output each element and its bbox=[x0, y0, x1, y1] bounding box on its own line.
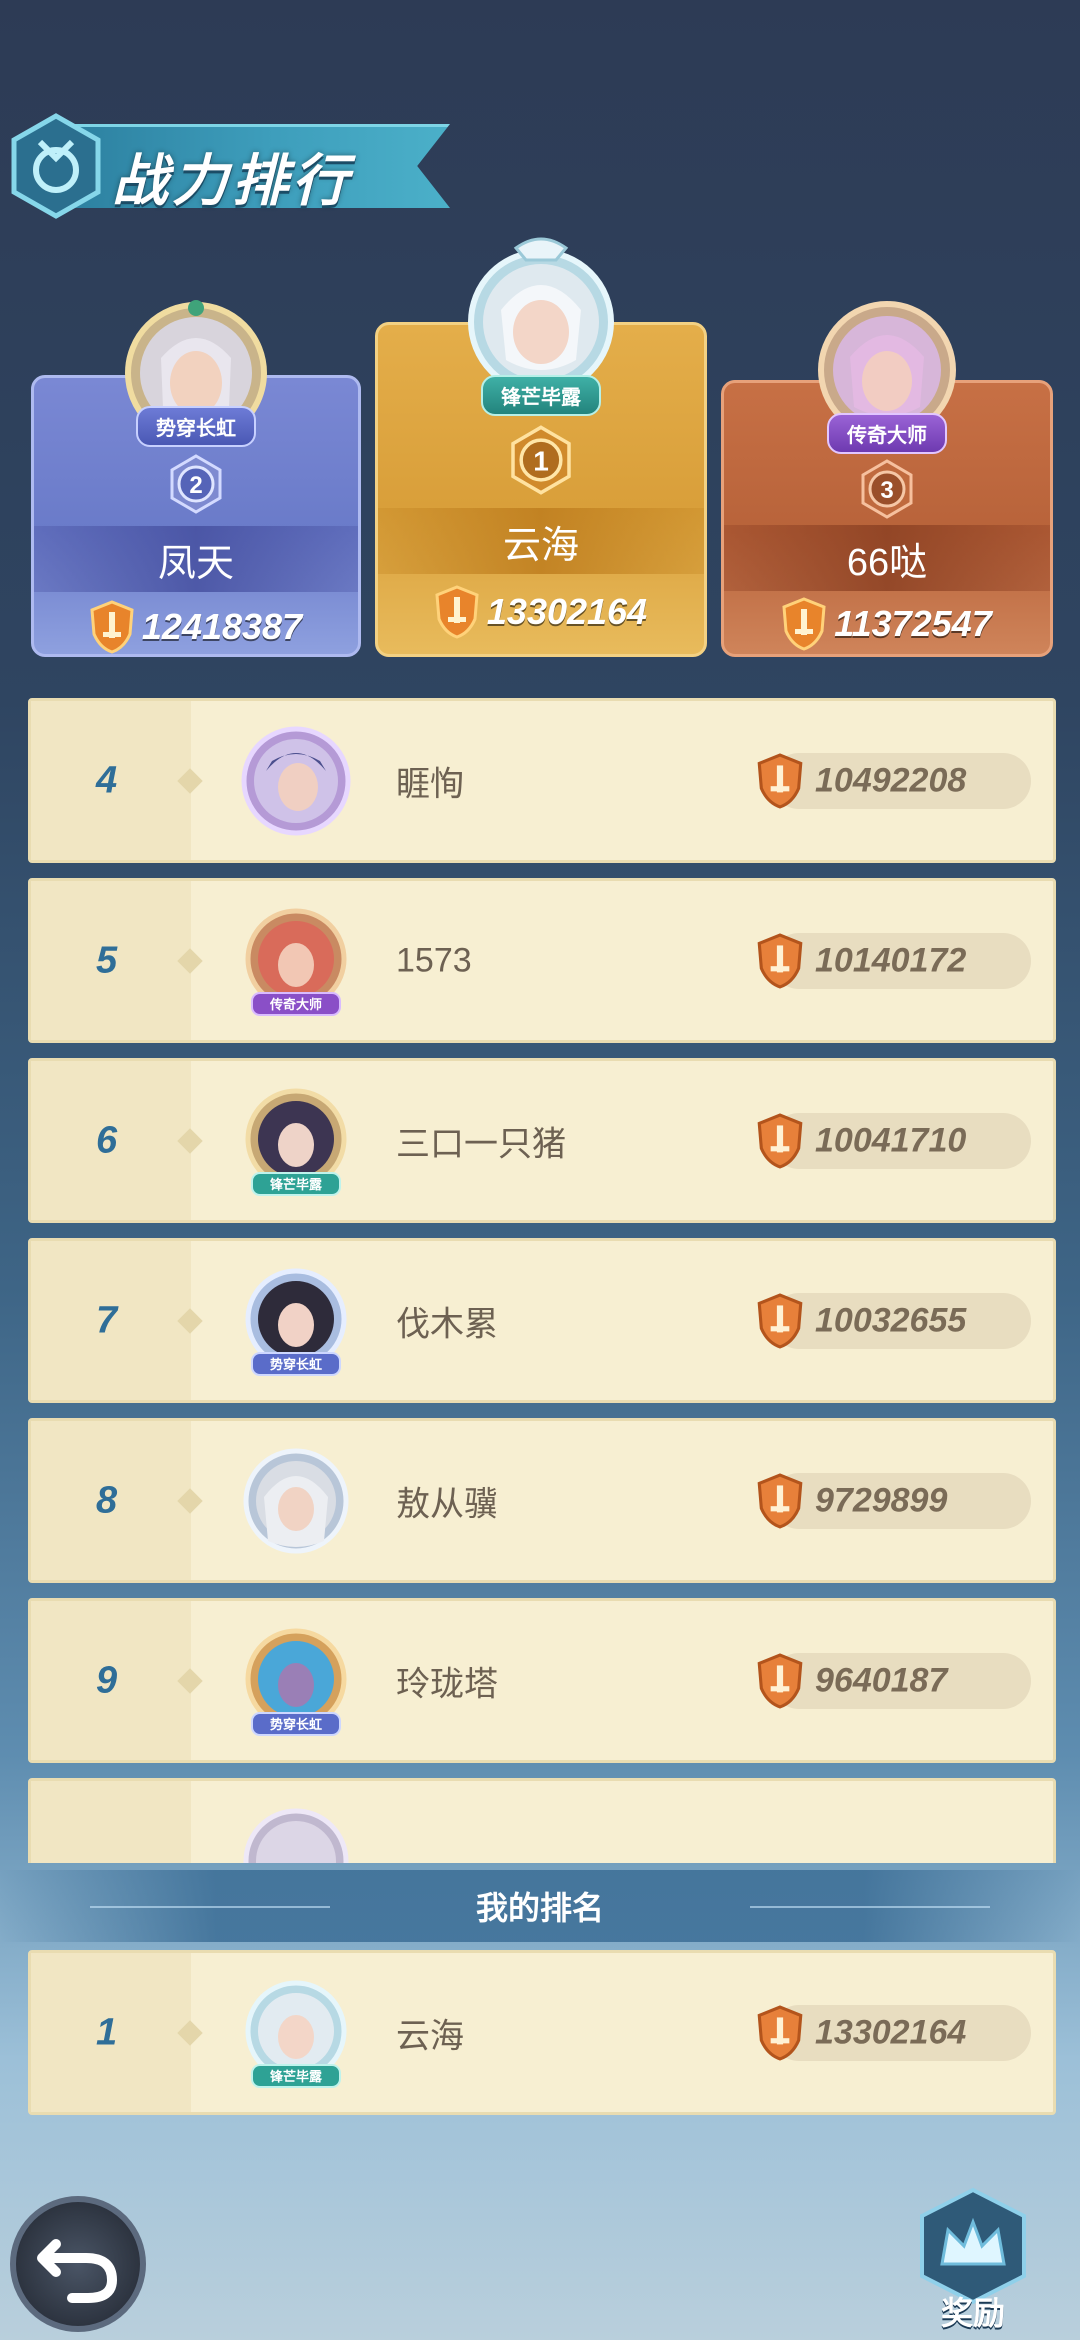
rank-number: 9 bbox=[96, 1659, 118, 1701]
reward-button[interactable]: 奖励 bbox=[912, 2186, 1034, 2340]
power-pill: 10041710 bbox=[757, 1112, 1031, 1169]
power-value: 10140172 bbox=[815, 941, 967, 979]
list-item[interactable]: 7 势穿长虹 伐木累 10032655 bbox=[28, 1238, 1056, 1403]
podium-rank-3[interactable]: 传奇大师 3 66哒 11372547 bbox=[721, 301, 1053, 659]
power-pill: 10492208 bbox=[757, 752, 1031, 809]
power-value: 9640187 bbox=[815, 1661, 948, 1699]
power-pill: 13302164 bbox=[757, 2004, 1031, 2061]
list-item[interactable]: 5 传奇大师 1573 10140172 bbox=[28, 878, 1056, 1043]
player-name: 云海 bbox=[378, 508, 704, 574]
avatar: 传奇大师 bbox=[245, 908, 347, 1016]
title-badge: 势穿长虹 bbox=[270, 1717, 322, 1733]
power-value: 10032655 bbox=[815, 1301, 967, 1339]
title-banner: 战力排行 bbox=[0, 112, 460, 220]
power-pill: 10140172 bbox=[757, 932, 1031, 989]
player-name: 三口一只猪 bbox=[396, 1125, 566, 1163]
rank-medal-icon: 2 bbox=[170, 454, 222, 514]
rank-number: 5 bbox=[96, 939, 118, 981]
power-value: 12418387 bbox=[141, 606, 303, 647]
rank-cell bbox=[31, 1781, 191, 1863]
list-item[interactable]: 4 睚恂 10492208 bbox=[28, 698, 1056, 863]
title-badge: 传奇大师 bbox=[827, 413, 947, 454]
power-value: 9729899 bbox=[815, 1481, 948, 1519]
rank-medal-icon: 3 bbox=[861, 459, 913, 519]
undo-arrow-icon bbox=[37, 2239, 118, 2303]
title-badge: 锋芒毕露 bbox=[270, 2069, 323, 2085]
title-badge: 势穿长虹 bbox=[136, 406, 256, 447]
rank-number: 4 bbox=[96, 759, 118, 801]
avatar bbox=[243, 1448, 349, 1553]
player-name: 1573 bbox=[396, 941, 472, 979]
avatar bbox=[243, 1808, 349, 1863]
player-name: 伐木累 bbox=[396, 1305, 498, 1343]
power-pill: 9729899 bbox=[757, 1472, 1031, 1529]
player-name: 66哒 bbox=[724, 525, 1050, 591]
power-value: 13302164 bbox=[486, 591, 648, 632]
back-button[interactable] bbox=[10, 2196, 146, 2332]
power-shield-icon bbox=[757, 752, 803, 809]
avatar: 锋芒毕露 bbox=[245, 1980, 347, 2088]
svg-text:3: 3 bbox=[880, 477, 893, 504]
power-value: 13302164 bbox=[815, 2013, 967, 2051]
list-item[interactable]: 8 敖从骥 9729899 bbox=[28, 1418, 1056, 1583]
power-value: 10041710 bbox=[815, 1121, 967, 1159]
list-item[interactable]: 9 势穿长虹 玲珑塔 9640187 bbox=[28, 1598, 1056, 1763]
power-shield-icon bbox=[757, 1112, 803, 1169]
power-row: 13302164 bbox=[378, 577, 704, 647]
power-pill: 9640187 bbox=[757, 1652, 1031, 1709]
ranking-list[interactable]: 4 睚恂 10492208 5 传奇大师 1573 10140172 6 锋芒毕… bbox=[28, 698, 1056, 1863]
power-pill: 10032655 bbox=[757, 1292, 1031, 1349]
power-shield-icon bbox=[757, 1292, 803, 1349]
player-name: 云海 bbox=[396, 2017, 464, 2055]
player-name: 凤天 bbox=[34, 526, 358, 592]
rank-number: 7 bbox=[96, 1299, 118, 1341]
title-badge: 传奇大师 bbox=[269, 997, 322, 1013]
power-row: 11372547 bbox=[724, 589, 1050, 659]
rank-number: 1 bbox=[96, 2011, 118, 2053]
power-shield-icon bbox=[757, 2004, 803, 2061]
power-shield-icon bbox=[757, 1472, 803, 1529]
avatar: 锋芒毕露 bbox=[245, 1088, 347, 1196]
power-shield-icon bbox=[757, 1652, 803, 1709]
power-shield-icon bbox=[757, 932, 803, 989]
title-badge: 锋芒毕露 bbox=[270, 1177, 323, 1193]
power-shield-icon bbox=[435, 585, 479, 639]
power-row: 12418387 bbox=[34, 592, 358, 662]
title-badge: 势穿长虹 bbox=[270, 1357, 322, 1373]
power-value: 11372547 bbox=[834, 603, 992, 644]
crest-icon bbox=[11, 113, 101, 219]
podium-rank-2[interactable]: 势穿长虹 2 凤天 12418387 bbox=[31, 300, 361, 657]
rank-medal-icon: 1 bbox=[511, 425, 571, 495]
reward-label: 奖励 bbox=[940, 2295, 1005, 2331]
page-title: 战力排行 bbox=[112, 149, 352, 212]
list-item-partial[interactable] bbox=[28, 1778, 1056, 1863]
svg-text:1: 1 bbox=[533, 446, 549, 477]
my-rank-header: 我的排名 bbox=[0, 1870, 1080, 1942]
player-name: 敖从骥 bbox=[396, 1485, 498, 1523]
svg-text:2: 2 bbox=[189, 472, 202, 499]
player-name: 睚恂 bbox=[396, 765, 464, 803]
power-shield-icon bbox=[782, 597, 826, 651]
title-badge: 锋芒毕露 bbox=[481, 375, 601, 416]
podium-rank-1[interactable]: 锋芒毕露 1 云海 13302164 bbox=[375, 237, 707, 657]
power-value: 10492208 bbox=[815, 761, 967, 799]
player-name: 玲珑塔 bbox=[396, 1665, 498, 1703]
avatar: 势穿长虹 bbox=[245, 1268, 347, 1376]
rank-number: 8 bbox=[96, 1479, 118, 1521]
avatar bbox=[241, 726, 351, 835]
my-rank-row[interactable]: 1 锋芒毕露 云海 13302164 bbox=[28, 1950, 1056, 2115]
avatar: 势穿长虹 bbox=[245, 1628, 347, 1736]
list-item[interactable]: 6 锋芒毕露 三口一只猪 10041710 bbox=[28, 1058, 1056, 1223]
power-shield-icon bbox=[90, 600, 134, 654]
rank-number: 6 bbox=[96, 1119, 118, 1161]
my-rank-label: 我的排名 bbox=[475, 1890, 604, 1926]
